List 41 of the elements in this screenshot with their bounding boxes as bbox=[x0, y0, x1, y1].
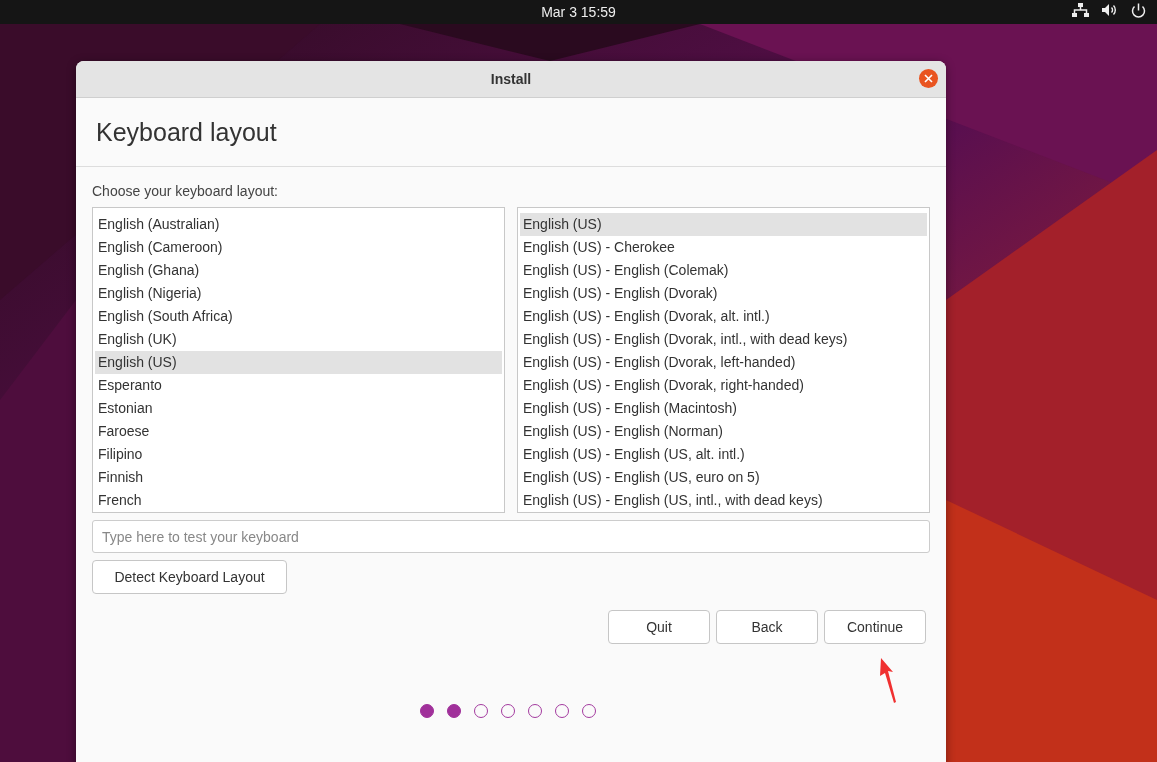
list-item[interactable]: English (US) - English (Dvorak, left-handed) bbox=[520, 351, 927, 374]
list-item[interactable]: English (US) - English (Norman) bbox=[520, 420, 927, 443]
close-icon bbox=[924, 74, 933, 83]
list-item[interactable]: Esperanto bbox=[95, 374, 502, 397]
list-item[interactable]: English (US) - English (Dvorak) bbox=[520, 282, 927, 305]
list-item[interactable]: English (UK) bbox=[95, 328, 502, 351]
close-button[interactable] bbox=[919, 69, 938, 88]
list-item[interactable]: English (US) - English (Dvorak, right-handed) bbox=[520, 374, 927, 397]
list-item[interactable]: English (US) - English (Macintosh) bbox=[520, 397, 927, 420]
power-icon[interactable] bbox=[1130, 3, 1147, 18]
list-item[interactable]: English (US) - Cherokee bbox=[520, 236, 927, 259]
prompt-label: Choose your keyboard layout: bbox=[92, 183, 279, 201]
list-item[interactable]: Estonian bbox=[95, 397, 502, 420]
list-item[interactable]: English (US) - English (US, alt. intl.) bbox=[520, 443, 927, 466]
list-item[interactable]: French bbox=[95, 489, 502, 512]
list-item[interactable]: English (Nigeria) bbox=[95, 282, 502, 305]
detect-layout-button[interactable]: Detect Keyboard Layout bbox=[92, 560, 287, 594]
list-item[interactable]: English (Ghana) bbox=[95, 259, 502, 282]
window-title: Install bbox=[490, 71, 532, 87]
page-heading: Keyboard layout bbox=[96, 117, 277, 147]
list-item[interactable]: English (US) bbox=[95, 351, 502, 374]
network-icon[interactable] bbox=[1072, 3, 1089, 18]
list-item[interactable]: Finnish bbox=[95, 466, 502, 489]
list-item[interactable]: English (Cameroon) bbox=[95, 236, 502, 259]
keyboard-test-field[interactable]: Type here to test your keyboard bbox=[92, 520, 930, 553]
list-item[interactable]: English (Australian) bbox=[95, 213, 502, 236]
list-item[interactable]: English (US) - English (US, intl., with dead keys) bbox=[520, 489, 927, 512]
list-item[interactable]: English (US) - English (US, euro on 5) bbox=[520, 466, 927, 489]
list-item[interactable]: English (US) - English (Dvorak, alt. intl.) bbox=[520, 305, 927, 328]
nav-button[interactable]: Back bbox=[716, 610, 818, 644]
arrow-icon bbox=[878, 658, 898, 704]
list-item[interactable]: English (US) - English (Dvorak, intl., with dead keys) bbox=[520, 328, 927, 351]
volume-icon[interactable] bbox=[1101, 3, 1118, 18]
list-item[interactable]: English (South Africa) bbox=[95, 305, 502, 328]
nav-button[interactable]: Continue bbox=[824, 610, 926, 644]
clock[interactable]: Mar 3 15:59 bbox=[541, 4, 616, 20]
list-item[interactable]: Filipino bbox=[95, 443, 502, 466]
list-item[interactable]: Faroese bbox=[95, 420, 502, 443]
list-item[interactable]: English (US) bbox=[520, 213, 927, 236]
list-item[interactable]: English (US) - English (Colemak) bbox=[520, 259, 927, 282]
nav-button[interactable]: Quit bbox=[608, 610, 710, 644]
